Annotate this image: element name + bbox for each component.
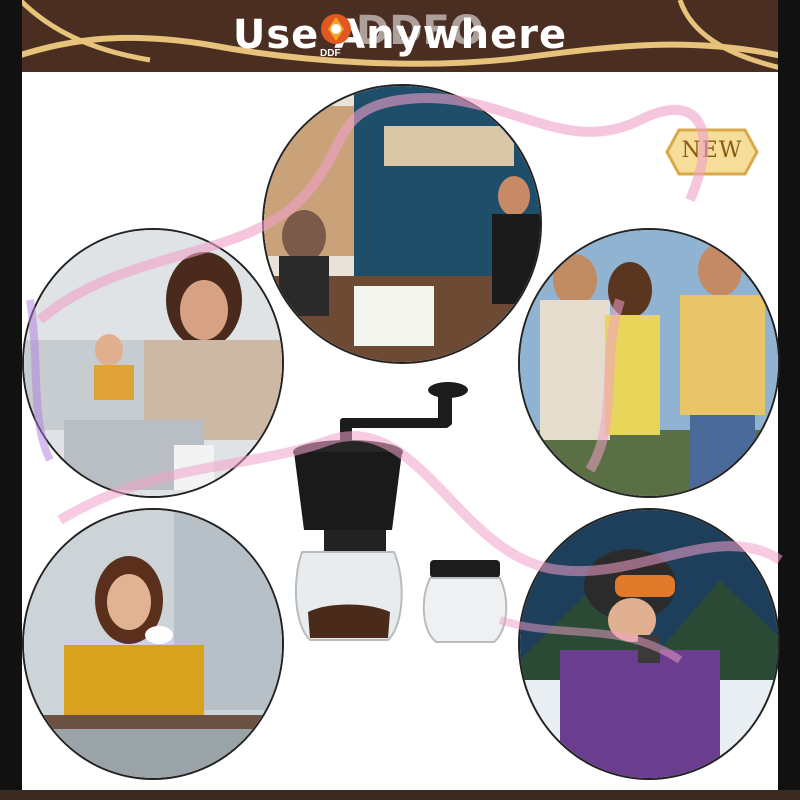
product-image: Use Anywhere DDFO DDF NEW <box>0 0 800 800</box>
photo-skier-drinking <box>518 508 780 780</box>
frame-bottom <box>0 790 800 800</box>
photo-bar-scene <box>262 84 542 364</box>
photo-barbecue-friends <box>518 228 780 498</box>
brand-sub-label: DDF <box>320 48 341 59</box>
brand-watermark: DDFO <box>356 8 484 54</box>
photo-woman-laptop <box>22 228 284 498</box>
frame-right <box>778 0 800 800</box>
frame-left <box>0 0 22 800</box>
photo-woman-coffee <box>22 508 284 780</box>
new-badge-icon <box>665 128 759 176</box>
coffee-grinder-product <box>293 382 508 643</box>
brand-logo-icon <box>321 14 351 44</box>
